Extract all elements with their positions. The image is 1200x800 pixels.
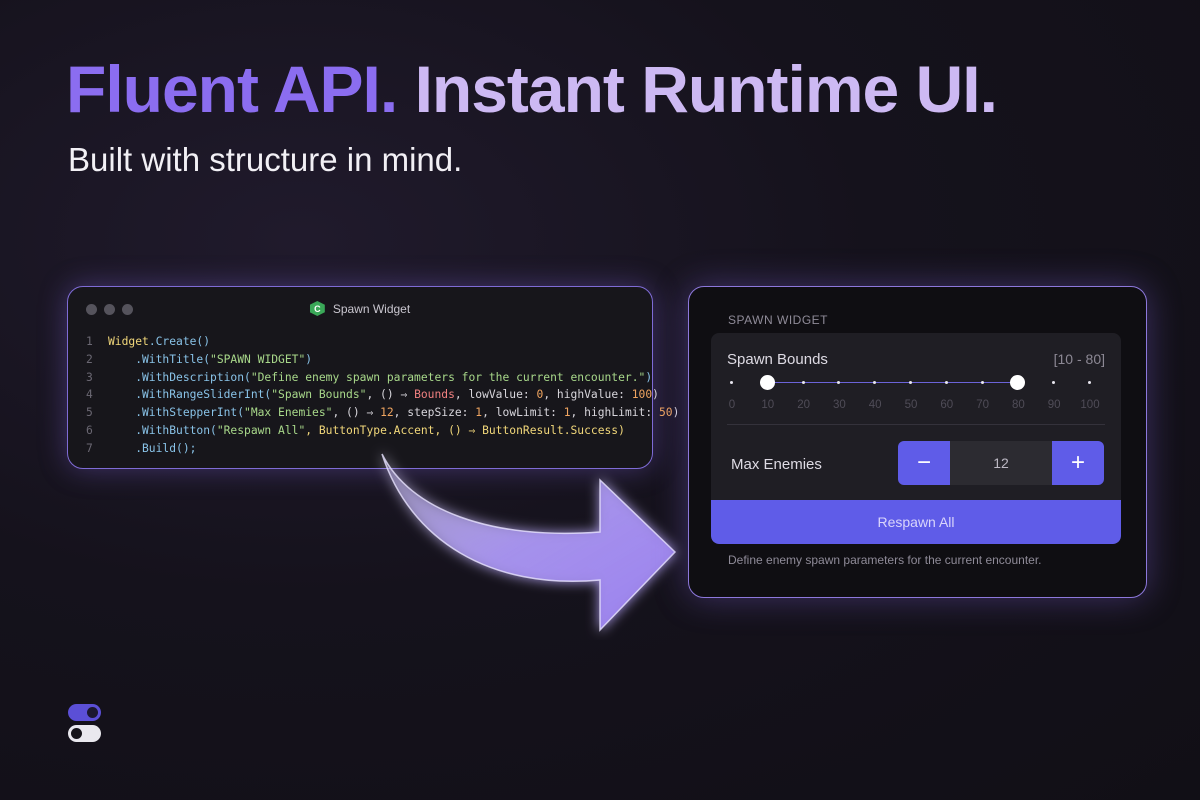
slider-tick-label: 10: [761, 399, 775, 411]
line-number: 5: [86, 406, 93, 420]
slider-tick-dot: [944, 381, 948, 384]
code-line-content: .WithButton("Respawn All", ButtonType.Ac…: [108, 422, 625, 440]
code-token: .WithRangeSliderInt(: [108, 388, 272, 402]
line-number: 1: [86, 335, 93, 348]
code-token: "SPAWN WIDGET": [210, 352, 306, 366]
line-number: 4: [86, 388, 93, 402]
slider-tick-dot: [837, 381, 841, 384]
divider: [727, 424, 1105, 425]
slider-tick-label: 100: [1080, 399, 1100, 411]
code-token: 1: [563, 406, 571, 420]
code-token: .WithStepperInt(: [108, 406, 245, 420]
code-token: .Create(): [148, 335, 211, 348]
code-token: , highLimit:: [570, 406, 659, 420]
code-line-content: Widget.Create(): [108, 333, 210, 351]
code-line-content: .WithTitle("SPAWN WIDGET"): [108, 351, 312, 369]
code-token: "Respawn All": [216, 423, 306, 437]
slider-tick-label: 40: [868, 399, 882, 411]
headline: Fluent API. Instant Runtime UI.: [66, 56, 998, 122]
slider-tick-dot: [1052, 381, 1056, 384]
slider-tick-label: 50: [904, 399, 918, 411]
max-enemies-stepper: − 12 +: [898, 441, 1104, 485]
widget-description: Define enemy spawn parameters for the cu…: [728, 553, 1042, 567]
slider-tick-label: 70: [976, 399, 989, 411]
slider-tick-dot: [873, 381, 877, 384]
headline-part-1: Fluent API.: [66, 52, 398, 126]
code-line: 2 .WithTitle("SPAWN WIDGET"): [86, 351, 679, 369]
range-slider-label: Spawn Bounds: [727, 351, 828, 368]
code-token: .WithDescription(: [108, 370, 251, 384]
code-token: ): [672, 406, 680, 420]
slider-tick-label: 30: [832, 399, 846, 411]
code-line: 5 .WithStepperInt("Max Enemies", () ⇒ 12…: [86, 404, 679, 422]
code-token: ): [645, 370, 653, 384]
code-block[interactable]: 1 Widget.Create() 2 .WithTitle("SPAWN WIDG…: [86, 333, 679, 458]
code-line: 3 .WithDescription("Define enemy spawn p…: [86, 369, 679, 387]
code-token: Bounds: [414, 388, 455, 402]
slider-tick-dot: [980, 381, 984, 384]
line-number: 2: [86, 352, 93, 366]
range-slider-value: [10 - 80]: [1053, 351, 1105, 367]
line-number: 7: [86, 441, 93, 455]
line-number: 6: [86, 423, 93, 437]
slider-tick-label: 20: [797, 399, 810, 411]
decrement-button[interactable]: −: [898, 441, 950, 485]
code-token: 50: [658, 406, 673, 420]
slider-tick-label: 80: [1011, 399, 1025, 411]
respawn-all-button[interactable]: Respawn All: [711, 500, 1121, 544]
widget-card: Spawn Bounds [10 - 80] 0 10 20 30 40 50 60 70 80…: [711, 333, 1121, 544]
subheadline: Built with structure in mind.: [68, 141, 463, 178]
toggle-on-icon: [68, 704, 101, 721]
code-token: "Max Enemies": [244, 406, 333, 420]
csharp-icon: C: [309, 301, 325, 316]
arrow-icon: [381, 453, 677, 632]
code-token: .WithTitle(: [108, 352, 211, 366]
code-token: .Build();: [108, 441, 197, 455]
code-token: ): [305, 352, 313, 366]
code-token: .WithButton(: [108, 423, 217, 437]
code-token: , ButtonType.Accent, () ⇒ ButtonResult.S…: [305, 423, 625, 437]
stepper-label: Max Enemies: [731, 456, 822, 473]
code-token: "Spawn Bounds": [271, 388, 367, 402]
spawn-widget: SPAWN WIDGET Spawn Bounds [10 - 80] 0 10 2…: [688, 286, 1147, 598]
slider-tick-dot: [909, 381, 912, 384]
code-token: , () ⇒: [366, 388, 415, 402]
code-line: 4 .WithRangeSliderInt("Spawn Bounds", ()…: [86, 386, 679, 404]
slider-tick-label: 90: [1047, 399, 1061, 411]
code-line-content: .WithStepperInt("Max Enemies", () ⇒ 12, …: [108, 404, 679, 422]
code-token: 12: [380, 406, 394, 420]
slider-tick-dot: [1088, 381, 1091, 384]
code-window-title: Spawn Widget: [332, 301, 411, 316]
code-token: "Define enemy spawn parameters for the c…: [250, 370, 646, 384]
code-line: 1 Widget.Create(): [86, 333, 679, 351]
line-number: 3: [86, 370, 93, 384]
slider-high-thumb[interactable]: [1010, 375, 1026, 390]
slider-tick-dot: [801, 381, 805, 384]
code-token: , lowLimit:: [482, 406, 564, 420]
code-token: , () ⇒: [332, 406, 381, 420]
code-window-title-bar: C Spawn Widget: [68, 301, 652, 316]
code-token: , lowValue:: [454, 388, 537, 402]
slider-low-thumb[interactable]: [759, 375, 775, 390]
toggle-off-icon: [68, 725, 101, 742]
code-line-content: .Build();: [108, 440, 196, 458]
code-token: 100: [631, 388, 653, 402]
code-token: , stepSize:: [393, 406, 476, 420]
widget-title: SPAWN WIDGET: [728, 313, 828, 327]
slider-tick-label: 60: [940, 399, 954, 411]
slider-tick-label: 0: [728, 399, 736, 411]
range-slider-tick-labels: 0 10 20 30 40 50 60 70 80 90 100: [727, 399, 1107, 415]
stepper-value[interactable]: 12: [950, 441, 1052, 485]
code-token: Widget: [108, 335, 149, 348]
code-line: 6 .WithButton("Respawn All", ButtonType.…: [86, 422, 679, 440]
slider-tick-dot: [730, 381, 733, 384]
code-line-content: .WithDescription("Define enemy spawn par…: [108, 369, 652, 387]
increment-button[interactable]: +: [1052, 441, 1104, 485]
toggle-logo-icon: [68, 704, 101, 742]
code-line-content: .WithRangeSliderInt("Spawn Bounds", () ⇒…: [108, 386, 659, 404]
headline-part-2: Instant Runtime UI.: [414, 52, 998, 126]
code-token: ): [652, 388, 659, 402]
code-token: , highValue:: [543, 388, 632, 402]
